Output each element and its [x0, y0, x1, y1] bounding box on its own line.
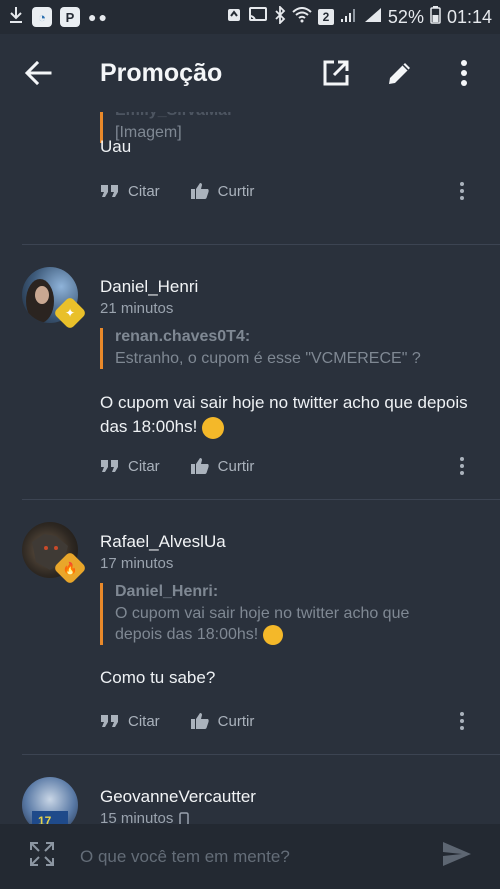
thumbs-up-emoji-icon	[202, 416, 225, 439]
quote-button[interactable]: Citar	[100, 458, 160, 475]
status-bar: ◔ P ●● 2 52% 01:14	[0, 0, 500, 34]
thumbs-up-icon	[190, 713, 209, 729]
page-title: Promoção	[100, 58, 223, 87]
quote-label: Citar	[128, 182, 160, 200]
thumbs-up-icon	[190, 183, 209, 199]
post-time: 15 minutos	[100, 810, 190, 824]
like-button[interactable]: Curtir	[190, 457, 255, 475]
signal-icon	[340, 7, 358, 28]
comment-body-text: O cupom vai sair hoje no twitter acho qu…	[100, 393, 468, 436]
more-vertical-icon	[460, 712, 464, 730]
quote-icon	[101, 460, 118, 472]
phone-icon	[179, 811, 190, 824]
open-external-icon	[323, 60, 349, 86]
more-notifications-icon: ●●	[88, 9, 109, 25]
quote-button[interactable]: Citar	[100, 713, 160, 730]
bluetooth-icon	[274, 4, 286, 29]
comment-body: Uau	[100, 137, 132, 156]
like-label: Curtir	[217, 712, 255, 730]
sim-badge: 2	[317, 9, 334, 25]
expand-button[interactable]	[28, 840, 56, 873]
more-vertical-icon	[460, 457, 464, 475]
back-button[interactable]	[18, 53, 58, 93]
comment-post: 🔥 Rafael_AlveslUa 17 minutos Daniel_Henr…	[22, 500, 500, 755]
quoted-author: Emily_SilVaMai	[115, 112, 480, 120]
author-name[interactable]: Daniel_Henri	[100, 277, 198, 297]
signal-icon-2	[364, 7, 382, 28]
overflow-menu-button[interactable]	[446, 55, 482, 91]
author-name[interactable]: Rafael_AlveslUa	[100, 532, 226, 552]
quote-icon	[101, 715, 118, 727]
comment-input[interactable]: O que você tem em mente?	[80, 847, 442, 867]
post-time: 17 minutos	[100, 555, 174, 572]
quote-button[interactable]: Citar	[100, 183, 160, 200]
comment-actions: Citar Curtir	[100, 712, 472, 730]
send-icon	[443, 842, 471, 866]
comment-body: Como tu sabe?	[100, 668, 216, 687]
svg-text:17: 17	[38, 814, 52, 824]
clock: 01:14	[446, 6, 492, 27]
quoted-author: renan.chaves0T4:	[115, 328, 251, 345]
comment-more-button[interactable]	[452, 457, 472, 475]
download-icon	[8, 6, 24, 29]
like-label: Curtir	[217, 457, 255, 475]
quoted-text-body: O cupom vai sair hoje no twitter acho qu…	[115, 605, 410, 643]
post-time: 21 minutos	[100, 300, 174, 317]
author-name[interactable]: GeovanneVercautter	[100, 787, 256, 807]
cast-icon	[248, 6, 268, 28]
comment-more-button[interactable]	[452, 182, 472, 200]
comment-actions: Citar Curtir	[100, 182, 472, 200]
quote-label: Citar	[128, 712, 160, 730]
wifi-icon	[292, 6, 312, 28]
more-vertical-icon	[460, 182, 464, 200]
expand-icon	[30, 842, 54, 866]
like-button[interactable]: Curtir	[190, 712, 255, 730]
quoted-text: Estranho, o cupom é esse "VCMERECE" ?	[115, 350, 421, 367]
quote-icon	[101, 185, 118, 197]
app-bar: Promoção	[0, 34, 500, 112]
quoted-author: Daniel_Henri:	[115, 583, 219, 600]
thumbs-up-icon	[190, 458, 209, 474]
comment-actions: Citar Curtir	[100, 457, 472, 475]
app-notification-icon: ◔	[32, 7, 52, 27]
battery-level: 52%	[387, 6, 424, 27]
quoted-text: O cupom vai sair hoje no twitter acho qu…	[115, 603, 440, 645]
comment-post: ✦ Daniel_Henri 21 minutos renan.chaves0T…	[22, 245, 500, 500]
comment-body: O cupom vai sair hoje no twitter acho qu…	[100, 391, 490, 439]
send-button[interactable]	[442, 841, 472, 872]
arrow-left-icon	[24, 60, 52, 86]
quoted-reply: renan.chaves0T4: Estranho, o cupom é ess…	[100, 328, 480, 369]
more-vertical-icon	[461, 60, 467, 86]
like-label: Curtir	[217, 182, 255, 200]
avatar[interactable]: 17	[22, 777, 78, 824]
open-external-button[interactable]	[318, 55, 354, 91]
comment-composer: O que você tem em mente?	[0, 824, 500, 889]
thumbs-up-emoji-icon	[262, 624, 283, 645]
comment-post: 17 GeovanneVercautter 15 minutos	[22, 755, 500, 824]
quoted-reply: Daniel_Henri: O cupom vai sair hoje no t…	[100, 583, 440, 645]
p-app-notification-icon: P	[60, 7, 80, 27]
recycle-icon	[226, 7, 242, 28]
battery-icon	[430, 5, 441, 29]
comment-more-button[interactable]	[452, 712, 472, 730]
quote-label: Citar	[128, 457, 160, 475]
pencil-icon	[389, 63, 410, 84]
comment-post: Emily_SilVaMai [Imagem] Uau Citar Curtir	[22, 112, 500, 245]
like-button[interactable]: Curtir	[190, 182, 255, 200]
post-time-text: 15 minutos	[100, 810, 174, 824]
comment-feed: Emily_SilVaMai [Imagem] Uau Citar Curtir…	[0, 112, 500, 824]
edit-button[interactable]	[382, 55, 418, 91]
